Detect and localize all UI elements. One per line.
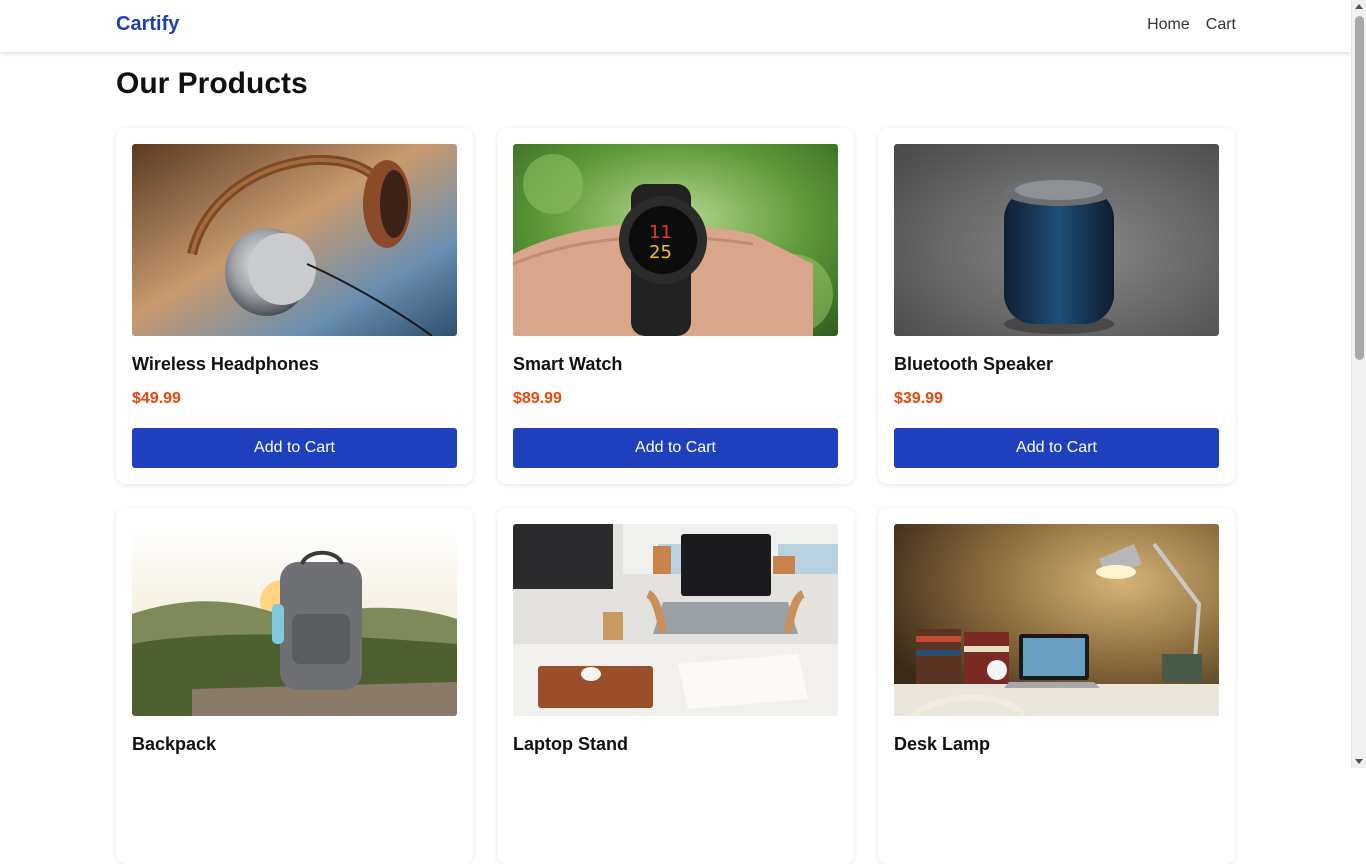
product-image-backpack[interactable]: [132, 524, 457, 716]
nav-link-home[interactable]: Home: [1147, 16, 1190, 34]
scroll-up-icon[interactable]: [1355, 4, 1363, 9]
svg-text:25: 25: [649, 242, 672, 263]
product-card: Laptop Stand: [497, 508, 854, 864]
product-card: Bluetooth Speaker $39.99 Add to Cart: [878, 128, 1235, 484]
product-name: Smart Watch: [513, 354, 623, 374]
product-name: Desk Lamp: [894, 734, 991, 754]
product-name: Laptop Stand: [513, 734, 628, 754]
product-image-speaker[interactable]: [894, 144, 1219, 336]
brand-logo[interactable]: Cartify: [116, 13, 179, 36]
product-card: Wireless Headphones $49.99 Add to Cart: [116, 128, 473, 484]
product-card: 11 25 Smart Watch $89.99 Add to Cart: [497, 128, 854, 484]
scroll-thumb[interactable]: [1355, 16, 1364, 360]
product-name: Wireless Headphones: [132, 354, 319, 374]
nav-link-cart[interactable]: Cart: [1206, 16, 1236, 34]
product-image-smart-watch[interactable]: 11 25: [513, 144, 838, 336]
add-to-cart-button[interactable]: Add to Cart: [513, 428, 838, 468]
product-card: Backpack: [116, 508, 473, 864]
product-price: $39.99: [894, 390, 943, 407]
nav-links: Home Cart: [1147, 16, 1236, 34]
svg-text:11: 11: [649, 222, 672, 243]
product-name: Bluetooth Speaker: [894, 354, 1054, 374]
page-title: Our Products: [116, 67, 308, 100]
add-to-cart-button[interactable]: Add to Cart: [132, 428, 457, 468]
product-image-laptop-stand[interactable]: [513, 524, 838, 716]
product-card: Desk Lamp: [878, 508, 1235, 864]
product-image-desk-lamp[interactable]: [894, 524, 1219, 716]
product-image-headphones[interactable]: [132, 144, 457, 336]
scroll-down-icon[interactable]: [1355, 759, 1363, 764]
page-scrollbar[interactable]: [1351, 0, 1366, 768]
product-price: $49.99: [132, 390, 181, 407]
product-grid: Wireless Headphones $49.99 Add to Cart 1…: [116, 128, 1236, 864]
product-name: Backpack: [132, 734, 217, 754]
navbar: Cartify Home Cart: [0, 0, 1351, 52]
product-price: $89.99: [513, 390, 562, 407]
add-to-cart-button[interactable]: Add to Cart: [894, 428, 1219, 468]
